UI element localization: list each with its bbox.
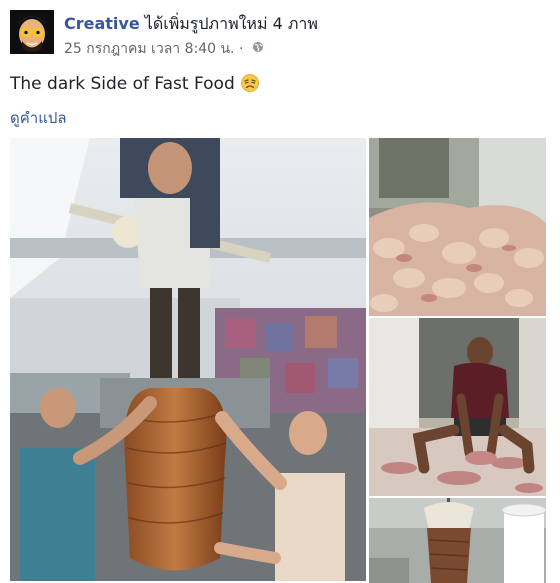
post-text: The dark Side of Fast Food [10,74,259,97]
post-meta: 25 กรกฎาคม เวลา 8:40 น. · [64,38,264,60]
post-action-text: ได้เพิ่มรูปภาพใหม่ 4 ภาพ [139,14,318,33]
photo-chicken-pile[interactable] [369,138,546,316]
photo-shawarma-rotis[interactable] [369,498,546,583]
post-message: The dark Side of Fast Food [10,74,235,94]
facebook-post: Creative ได้เพิ่มรูปภาพใหม่ 4 ภาพ 25 กรก… [0,0,560,583]
chicken-pile-image [369,138,546,316]
shawarma-rotis-image [369,498,546,583]
tired-face-emoji [240,74,259,97]
man-cutting-meat-image [369,318,546,496]
cartoon-face-icon [10,10,54,54]
post-header: Creative ได้เพิ่มรูปภาพใหม่ 4 ภาพ 25 กรก… [10,10,550,58]
photo-man-on-floor[interactable] [369,318,546,496]
post-timestamp[interactable]: 25 กรกฎาคม เวลา 8:40 น. [64,41,235,57]
avatar[interactable] [10,10,54,54]
meta-separator: · [234,41,248,57]
see-translation-link[interactable]: ดูคำแปล [10,106,67,130]
photo-main[interactable] [10,138,366,581]
globe-icon[interactable] [252,41,264,57]
kebab-photo-image [10,138,366,581]
author-line: Creative ได้เพิ่มรูปภาพใหม่ 4 ภาพ [64,12,318,37]
author-name[interactable]: Creative [64,14,140,33]
